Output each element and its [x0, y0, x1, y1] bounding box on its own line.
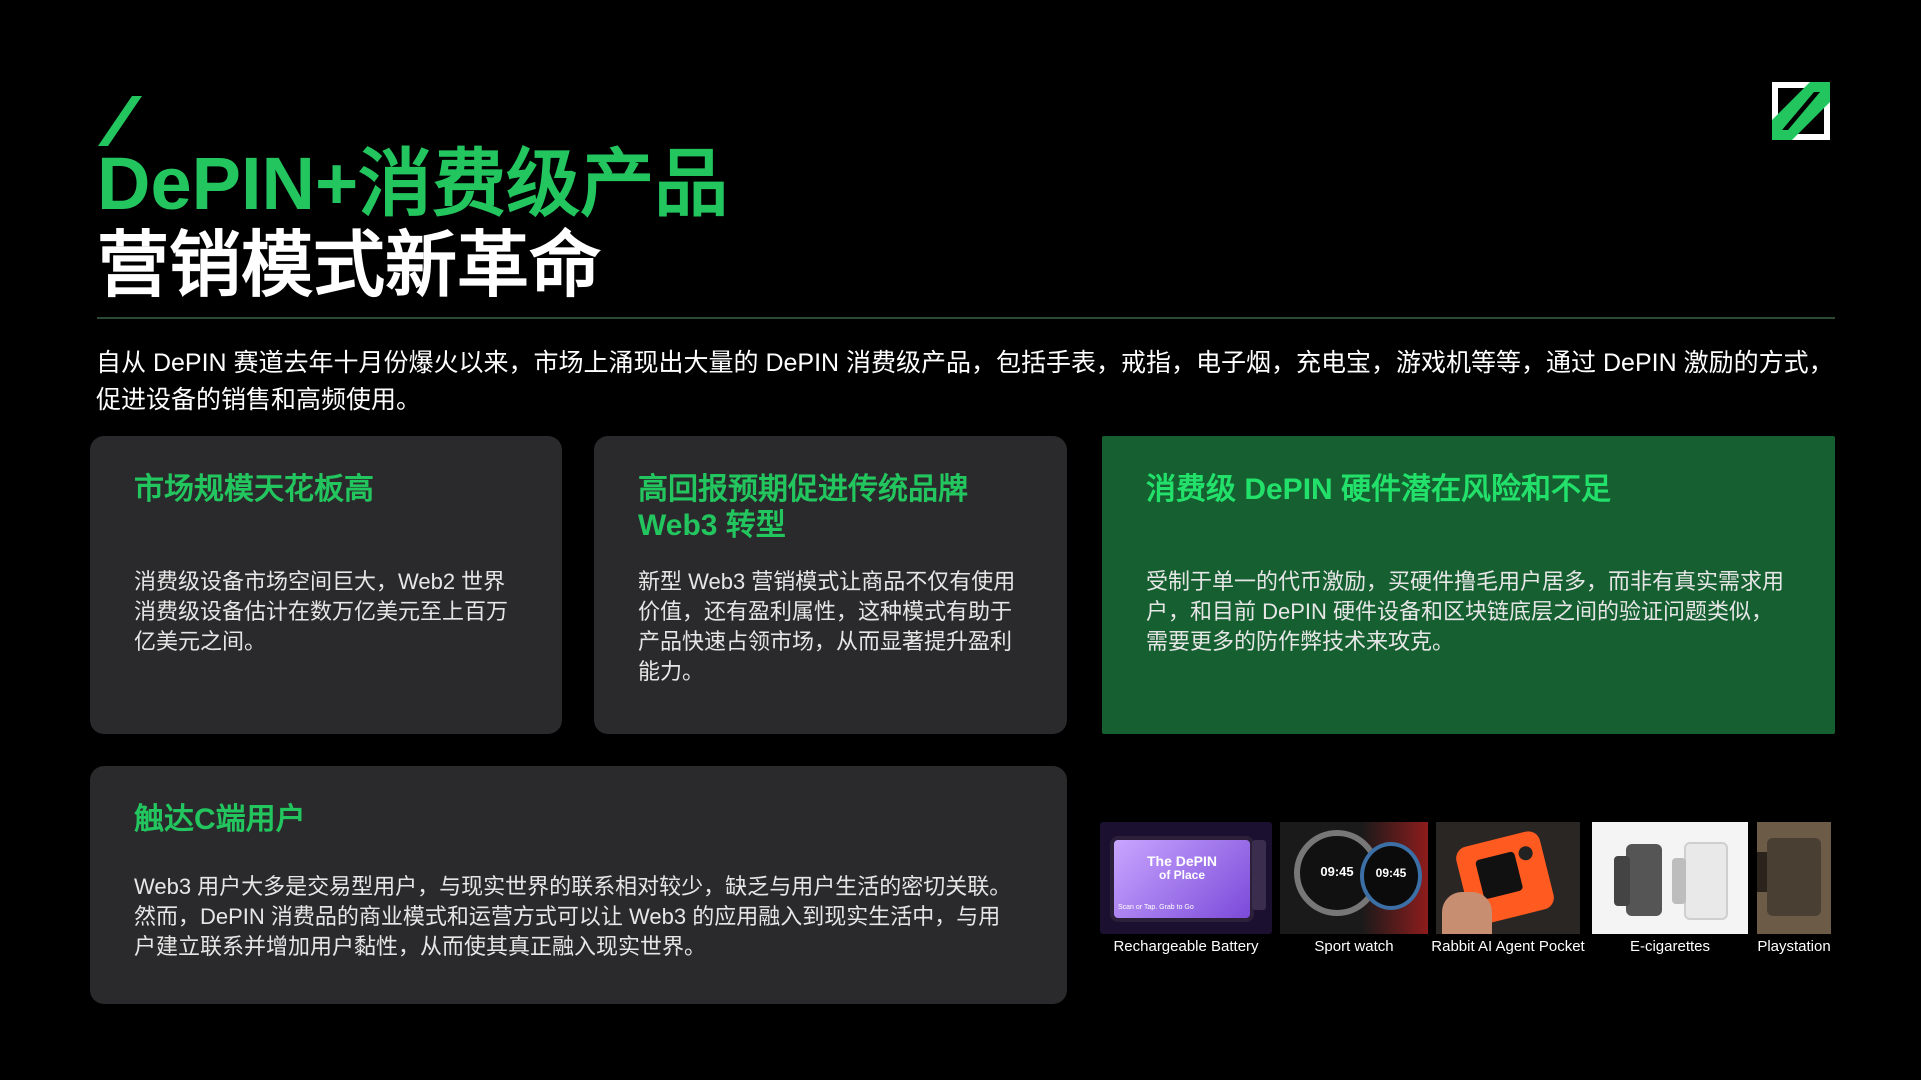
card-title: 触达C端用户	[134, 803, 306, 836]
card-high-return: 高回报预期促进传统品牌 Web3 转型 新型 Web3 营销模式让商品不仅有使用…	[594, 436, 1067, 734]
gallery-caption: Playstation	[1757, 938, 1831, 955]
page-title: DePIN+消费级产品	[97, 142, 729, 225]
accent-slash-icon	[98, 96, 142, 146]
card-title: 消费级 DePIN 硬件潜在风险和不足	[1146, 473, 1612, 506]
battery-screen-text: The DePIN	[1146, 853, 1217, 869]
battery-screen-subtext: of Place	[1158, 868, 1206, 882]
brand-logo-icon	[1772, 82, 1830, 140]
rabbit-device-image	[1436, 822, 1580, 934]
title-divider	[97, 317, 1835, 319]
watch-right-time: 09:45	[1375, 866, 1407, 880]
card-body: 新型 Web3 营销模式让商品不仅有使用价值，还有盈利属性，这种模式有助于产品快…	[638, 569, 1016, 684]
playstation-image	[1757, 822, 1831, 934]
card-body: Web3 用户大多是交易型用户，与现实世界的联系相对较少，缺乏与用户生活的密切关…	[134, 874, 1012, 959]
card-risks: 消费级 DePIN 硬件潜在风险和不足 受制于单一的代币激励，买硬件撸毛用户居多…	[1102, 436, 1835, 734]
card-body: 消费级设备市场空间巨大，Web2 世界消费级设备估计在数万亿美元至上百万亿美元之…	[134, 569, 509, 654]
ecig-image	[1592, 822, 1748, 934]
gallery-caption: E-cigarettes	[1629, 938, 1711, 955]
gallery-item-rabbit: Rabbit AI Agent Pocket	[1428, 822, 1588, 956]
gallery-item-ecig: E-cigarettes	[1590, 822, 1750, 956]
gallery-item-battery: The DePIN of Place Scan or Tap. Grab to …	[1100, 822, 1272, 956]
card-reach-users: 触达C端用户 Web3 用户大多是交易型用户，与现实世界的联系相对较少，缺乏与用…	[90, 766, 1067, 1004]
gallery-caption: Rabbit AI Agent Pocket	[1431, 938, 1585, 955]
gallery-item-playstation: Playstation	[1754, 822, 1834, 956]
gallery-caption: Rechargeable Battery	[1113, 938, 1259, 955]
battery-screen-small-text: Scan or Tap. Grab to Go	[1118, 904, 1194, 911]
card-market-size: 市场规模天花板高 消费级设备市场空间巨大，Web2 世界消费级设备估计在数万亿美…	[90, 436, 562, 734]
gallery-item-watch: 09:45 09:45 Sport watch	[1280, 822, 1428, 956]
battery-image: The DePIN of Place Scan or Tap. Grab to …	[1100, 822, 1272, 934]
card-title: 高回报预期促进传统品牌 Web3 转型	[638, 473, 968, 542]
card-title: 市场规模天花板高	[134, 473, 374, 506]
intro-paragraph: 自从 DePIN 赛道去年十月份爆火以来，市场上涌现出大量的 DePIN 消费级…	[96, 349, 1834, 414]
gallery-caption: Sport watch	[1314, 938, 1394, 955]
watch-image: 09:45 09:45	[1280, 822, 1428, 934]
page-subtitle: 营销模式新革命	[97, 226, 602, 306]
card-body: 受制于单一的代币激励，买硬件撸毛用户居多，而非有真实需求用户，和目前 DePIN…	[1146, 569, 1785, 654]
